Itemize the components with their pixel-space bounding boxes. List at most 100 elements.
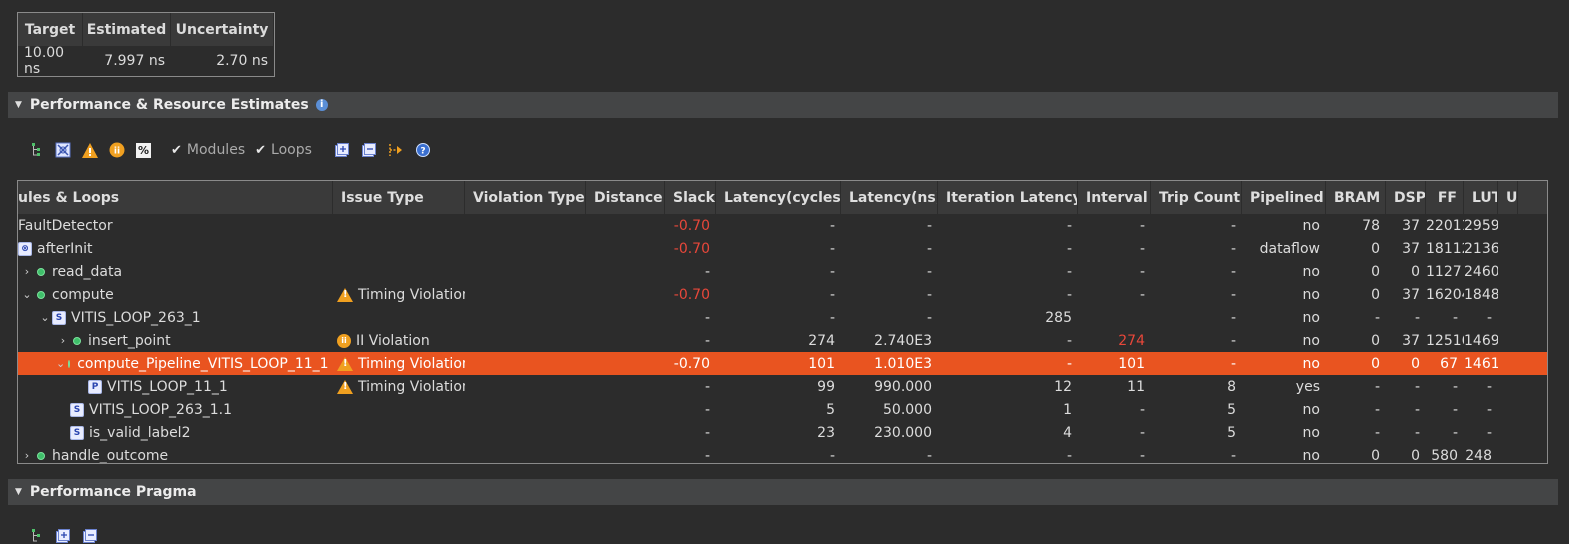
- table-row[interactable]: S VITIS_LOOP_263_1.1 - 5 50.000 1 - 5 no - - - -: [18, 398, 1547, 421]
- timing-summary-table: Target Estimated Uncertainty 10.00 ns 7.…: [17, 12, 275, 77]
- sequential-loop-icon: S: [70, 402, 84, 417]
- timing-header-estimated[interactable]: Estimated: [83, 13, 171, 46]
- cell-lat_ns: 1.010E3: [874, 355, 932, 372]
- ii-violation-filter-icon[interactable]: ii: [109, 142, 125, 158]
- col-uram[interactable]: U: [1498, 181, 1518, 214]
- table-row[interactable]: › read_data - - - - - - no 0 0 1127 2460: [18, 260, 1547, 283]
- table-row[interactable]: FaultDetector -0.70 - - - - - no 78 37 2201129591: [18, 214, 1547, 237]
- module-name-cell[interactable]: › handle_outcome: [18, 448, 333, 464]
- table-row[interactable]: Sis_valid_label2 - 23 230.000 4 - 5 no - - - -: [18, 421, 1547, 444]
- hierarchy-icon[interactable]: [28, 528, 44, 544]
- col-pipelined[interactable]: Pipelined: [1242, 181, 1326, 214]
- table-row[interactable]: ⌄ compute Timing Violation -0.70 - - - - - no 0 37 1…: [18, 283, 1547, 306]
- chevron-right-icon[interactable]: ›: [20, 265, 34, 278]
- modules-checkbox[interactable]: ✔ Modules: [171, 142, 245, 158]
- module-name-label: handle_outcome: [52, 447, 169, 464]
- module-name-cell[interactable]: ⊗ afterInit: [18, 241, 333, 257]
- chevron-right-icon[interactable]: ›: [56, 334, 70, 347]
- checkmark-icon: ✔: [255, 142, 267, 158]
- cell-lat_ns: -: [926, 447, 932, 464]
- col-bram[interactable]: BRAM: [1326, 181, 1386, 214]
- module-name-cell[interactable]: FaultDetector: [18, 218, 333, 234]
- cell-iter: -: [1066, 263, 1072, 280]
- section-title: Performance & Resource Estimates: [29, 97, 309, 113]
- chevron-down-icon[interactable]: ⌄: [56, 357, 65, 370]
- section-performance-pragma[interactable]: ▼ Performance Pragma: [8, 479, 1558, 505]
- cell-iter: -: [1066, 286, 1072, 303]
- table-row[interactable]: P VITIS_LOOP_11_1 Timing Violation - 99 990.0…: [18, 375, 1547, 398]
- schedule-viewer-icon[interactable]: [55, 142, 71, 158]
- loops-checkbox[interactable]: ✔ Loops: [255, 142, 312, 158]
- expand-all-icon[interactable]: [334, 142, 350, 158]
- col-violation-type[interactable]: Violation Type: [465, 181, 586, 214]
- cell-dsp: -: [1414, 309, 1420, 326]
- col-interval[interactable]: Interval: [1078, 181, 1151, 214]
- col-trip-count[interactable]: Trip Count: [1151, 181, 1242, 214]
- col-issue-type[interactable]: Issue Type: [333, 181, 465, 214]
- table-row[interactable]: ⌄ compute_Pipeline_VITIS_LOOP_11_1 Timing …: [18, 352, 1547, 375]
- cell-lat_c: -: [829, 263, 835, 280]
- timing-header-target[interactable]: Target: [18, 13, 83, 46]
- collapse-triangle-icon[interactable]: ▼: [15, 487, 22, 497]
- section-performance-estimates[interactable]: ▼ Performance & Resource Estimates i: [8, 92, 1558, 118]
- warning-icon: [337, 379, 353, 394]
- module-name-cell[interactable]: Sis_valid_label2: [18, 425, 333, 441]
- cell-interval: -: [1139, 263, 1145, 280]
- help-icon[interactable]: ?: [415, 142, 431, 158]
- sequential-loop-icon: S: [70, 425, 84, 440]
- table-body: FaultDetector -0.70 - - - - - no 78 37 2201129591 ⊗…: [18, 214, 1547, 464]
- collapse-all-icon[interactable]: [82, 528, 98, 544]
- chevron-down-icon[interactable]: ⌄: [20, 288, 34, 301]
- cell-lat_ns: -: [926, 263, 932, 280]
- module-name-cell[interactable]: › insert_point: [18, 333, 333, 349]
- col-latency-cycles[interactable]: Latency(cycles): [716, 181, 841, 214]
- table-row[interactable]: ⊗ afterInit -0.70 - - - - - dataflow 0 37 181122136…: [18, 237, 1547, 260]
- chevron-right-icon[interactable]: ›: [20, 449, 34, 462]
- col-ff[interactable]: FF: [1426, 181, 1464, 214]
- cell-slack: -: [704, 424, 710, 441]
- module-name-cell[interactable]: P VITIS_LOOP_11_1: [18, 379, 333, 395]
- module-name-cell[interactable]: S VITIS_LOOP_263_1.1: [18, 402, 333, 418]
- module-name-cell[interactable]: ⌄ S VITIS_LOOP_263_1: [18, 310, 333, 326]
- issue-type-label: II Violation: [356, 332, 430, 349]
- table-row[interactable]: › insert_point ii II Violation - 274 2.740E3 - 2…: [18, 329, 1547, 352]
- cell-lut: 18480: [1464, 286, 1498, 303]
- go-to-source-icon[interactable]: [388, 142, 404, 158]
- table-row[interactable]: › handle_outcome - - - - - - no 0 0 580 248: [18, 444, 1547, 464]
- col-modules-loops[interactable]: ules & Loops: [18, 181, 333, 214]
- collapse-triangle-icon[interactable]: ▼: [15, 100, 22, 110]
- percent-toggle-icon[interactable]: %: [136, 142, 151, 158]
- table-row[interactable]: ⌄ S VITIS_LOOP_263_1 - - - 285 - no - - - -: [18, 306, 1547, 329]
- module-name-cell[interactable]: › read_data: [18, 264, 333, 280]
- cell-lat_c: 99: [817, 378, 835, 395]
- col-lut[interactable]: LUT: [1464, 181, 1498, 214]
- collapse-all-icon[interactable]: [361, 142, 377, 158]
- cell-lut: -: [1486, 424, 1492, 441]
- col-latency-ns[interactable]: Latency(ns): [841, 181, 938, 214]
- issue-type-label: Timing Violation: [358, 355, 465, 372]
- col-slack[interactable]: Slack: [665, 181, 716, 214]
- cell-slack: -0.70: [673, 355, 710, 372]
- warning-filter-icon[interactable]: [82, 142, 98, 158]
- timing-header-uncertainty[interactable]: Uncertainty: [171, 13, 274, 46]
- timing-estimated-value: 7.997 ns: [104, 53, 165, 69]
- timing-row: 10.00 ns 7.997 ns 2.70 ns: [18, 45, 274, 77]
- col-dsp[interactable]: DSP: [1386, 181, 1426, 214]
- cell-ff: -: [1452, 424, 1458, 441]
- module-name-cell[interactable]: ⌄ compute: [18, 287, 333, 303]
- pragma-toolbar: [28, 528, 109, 544]
- chevron-down-icon[interactable]: ⌄: [38, 311, 52, 324]
- hierarchy-icon[interactable]: [28, 142, 44, 158]
- module-name-cell[interactable]: ⌄ compute_Pipeline_VITIS_LOOP_11_1: [18, 356, 333, 372]
- warning-icon: [337, 287, 353, 302]
- cell-interval: -: [1139, 424, 1145, 441]
- info-icon[interactable]: i: [315, 99, 328, 111]
- expand-all-icon[interactable]: [55, 528, 71, 544]
- cell-lat_c: -: [829, 447, 835, 464]
- loops-checkbox-label: Loops: [271, 142, 312, 158]
- cell-dsp: 37: [1402, 240, 1420, 257]
- module-name-label: FaultDetector: [18, 217, 113, 234]
- timing-header: Target Estimated Uncertainty: [18, 13, 274, 46]
- col-iteration-latency[interactable]: Iteration Latency: [938, 181, 1078, 214]
- col-distance[interactable]: Distance: [586, 181, 665, 214]
